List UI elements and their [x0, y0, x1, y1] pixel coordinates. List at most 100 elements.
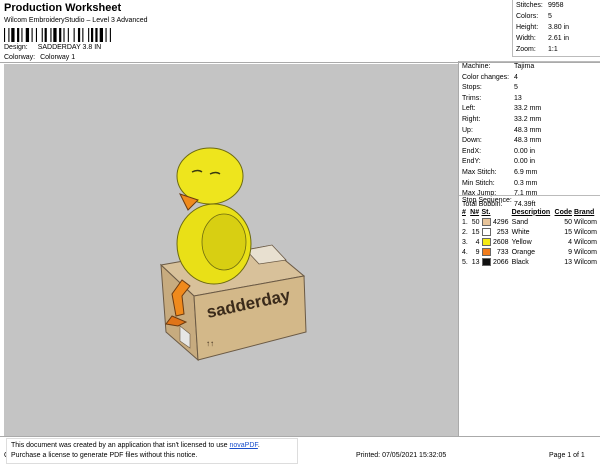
design-row: Design: SADDERDAY 3.8 IN	[4, 44, 101, 51]
machine-key: Color changes:	[462, 73, 510, 81]
design-preview: sadderday ↑↑	[4, 64, 458, 436]
machine-key: Right:	[462, 115, 481, 123]
summary-key: Stitches:	[516, 2, 543, 9]
notice-line-1: This document was created by an applicat…	[11, 441, 293, 451]
machine-value: 48.3 mm	[514, 137, 542, 145]
summary-value: 9958	[548, 2, 564, 9]
stop-header-cell: Description	[511, 208, 551, 216]
color-swatch	[481, 228, 491, 236]
page-title: Production Worksheet	[4, 2, 122, 14]
design-label: Design:	[4, 44, 28, 51]
stop-stitch-cell: 253	[481, 227, 511, 237]
software-name: Wilcom EmbroideryStudio – Level 3 Advanc…	[4, 17, 148, 24]
stitch-count: 2066	[492, 258, 509, 266]
machine-key: Machine:	[462, 63, 491, 70]
stop-sequence-table: # N# St. Description Code Brand 1. 50 4296 Sand 5…	[461, 207, 599, 267]
summary-row: Stitches: 9958	[513, 1, 600, 11]
stop-code-cell: 15	[564, 228, 573, 236]
stop-stitch-cell: 2066	[481, 257, 511, 267]
stop-nn-cell: 50	[471, 218, 480, 226]
stop-brand-cell: Wilcom	[574, 218, 597, 226]
notice-period: .	[257, 442, 260, 449]
stop-code-cell: 4	[568, 238, 573, 246]
stitch-count: 733	[496, 248, 509, 256]
summary-value: 5	[548, 13, 552, 20]
machine-row: Stops: 5	[459, 83, 600, 94]
color-swatch	[481, 238, 491, 246]
stop-stitch-cell: 4296	[481, 217, 511, 227]
machine-row: Right: 33.2 mm	[459, 115, 600, 126]
duck-artwork: sadderday ↑↑	[159, 147, 307, 362]
color-swatch	[481, 258, 491, 266]
machine-row: Min Stitch: 0.3 mm	[459, 179, 600, 190]
machine-value: 33.2 mm	[514, 105, 542, 113]
machine-key: Down:	[462, 137, 482, 145]
machine-key: Trims:	[462, 94, 482, 102]
stop-n-cell: 4.	[462, 248, 468, 256]
machine-value: 48.3 mm	[514, 126, 542, 134]
stop-header-cell: Brand	[574, 208, 595, 216]
svg-text:↑↑: ↑↑	[206, 339, 214, 348]
stop-n-cell: 5.	[462, 258, 468, 266]
stop-n-cell: 3.	[462, 238, 468, 246]
machine-row: Up: 48.3 mm	[459, 126, 600, 137]
machine-value: Tajima	[514, 63, 535, 70]
stop-stitch-cell: 733	[481, 247, 511, 257]
stop-code-cell: 50	[564, 218, 573, 226]
stop-sequence-title: Stop Sequence:	[462, 197, 512, 204]
stop-row: 2. 15 253 White 15 Wilcom	[461, 227, 599, 237]
color-swatch	[481, 218, 491, 226]
notice-text: This document was created by an applicat…	[11, 442, 230, 449]
stop-header-cell: St.	[481, 208, 491, 216]
machine-row: Max Stitch: 6.9 mm	[459, 168, 600, 179]
stop-code-cell: 13	[564, 258, 573, 266]
color-swatch	[481, 248, 491, 256]
machine-row: Trims: 13	[459, 94, 600, 105]
colorway-label: Colorway:	[4, 54, 36, 61]
stop-desc-cell: White	[511, 228, 530, 236]
machine-info-panel: Machine: Tajima Color changes: 4 Stops: 5 Trim…	[458, 61, 600, 436]
machine-value: 13	[514, 94, 522, 102]
summary-key: Zoom:	[516, 46, 536, 53]
machine-key: Left:	[462, 105, 476, 113]
machine-row: Machine: Tajima	[459, 62, 600, 73]
page-number: Page 1 of 1	[549, 452, 585, 459]
stop-row: 5. 13 2066 Black 13 Wilcom	[461, 257, 599, 267]
summary-row: Width: 2.61 in	[513, 34, 600, 44]
design-value: SADDERDAY 3.8 IN	[37, 44, 102, 51]
machine-row: Color changes: 4	[459, 73, 600, 84]
stop-brand-cell: Wilcom	[574, 228, 597, 236]
stop-header-cell: N#	[470, 208, 480, 216]
colorway-row: Colorway: Colorway 1	[4, 54, 75, 61]
machine-value: 33.2 mm	[514, 115, 542, 123]
machine-row: Left: 33.2 mm	[459, 104, 600, 115]
summary-value: 1:1	[548, 46, 558, 53]
stitch-count: 4296	[492, 218, 509, 226]
stop-stitch-cell: 2608	[481, 237, 511, 247]
summary-value: 2.61 in	[548, 35, 570, 42]
stop-row: 4. 9 733 Orange 9 Wilcom	[461, 247, 599, 257]
summary-row: Zoom: 1:1	[513, 45, 600, 55]
summary-key: Height:	[516, 24, 539, 31]
machine-key: Stops:	[462, 84, 482, 92]
machine-key: Up:	[462, 126, 473, 134]
machine-value: 0.00 in	[514, 147, 536, 155]
license-notice: This document was created by an applicat…	[6, 438, 298, 464]
stop-brand-cell: Wilcom	[574, 258, 597, 266]
stop-header-cell: Code	[554, 208, 573, 216]
colorway-value: Colorway 1	[40, 54, 76, 61]
novapdf-link[interactable]: novaPDF	[229, 442, 257, 449]
stop-nn-cell: 15	[471, 228, 480, 236]
machine-row: EndY: 0.00 in	[459, 157, 600, 168]
notice-line-2: Purchase a license to generate PDF files…	[11, 452, 198, 459]
printed-date: Printed: 07/05/2021 15:32:05	[356, 452, 447, 459]
machine-value: 4	[514, 73, 518, 81]
stop-row: 3. 4 2608 Yellow 4 Wilcom	[461, 237, 599, 247]
summary-row: Height: 3.80 in	[513, 23, 600, 33]
machine-value: 6.9 mm	[514, 168, 538, 176]
summary-value: 3.80 in	[548, 24, 570, 31]
machine-row: EndX: 0.00 in	[459, 147, 600, 158]
summary-box: Stitches: 9958 Colors: 5 Height: 3.80 in Width…	[512, 0, 600, 57]
stop-desc-cell: Sand	[511, 218, 529, 226]
stop-nn-cell: 4	[475, 238, 480, 246]
